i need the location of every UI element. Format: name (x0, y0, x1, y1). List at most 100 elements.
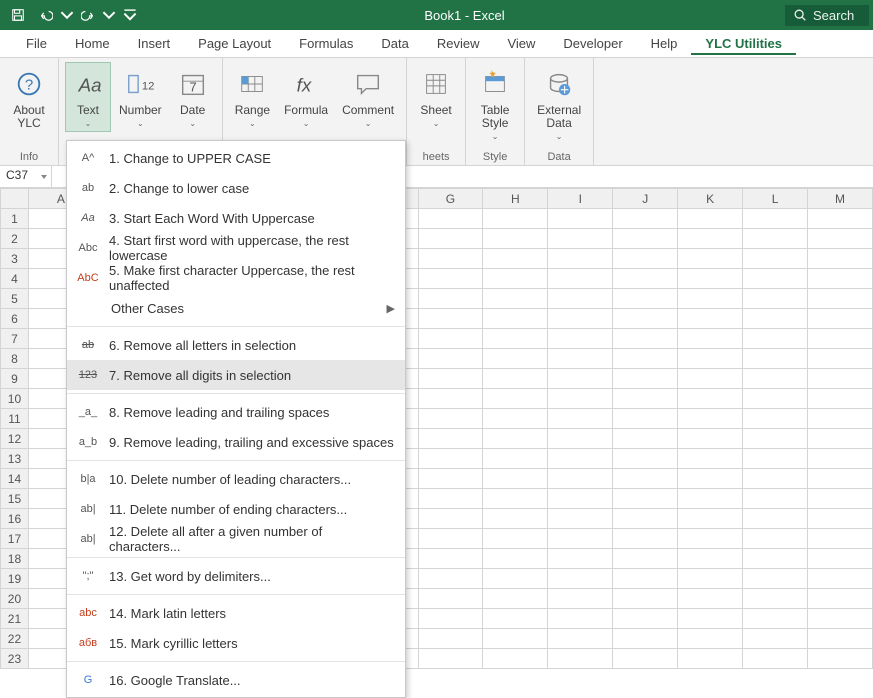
col-header-G[interactable]: G (418, 189, 483, 209)
cell[interactable] (613, 249, 678, 269)
cell[interactable] (678, 309, 743, 329)
cell[interactable] (418, 589, 483, 609)
cell[interactable] (678, 549, 743, 569)
menu-item-5[interactable]: Other Cases▶ (67, 293, 405, 323)
cell[interactable] (483, 589, 548, 609)
cell[interactable] (613, 609, 678, 629)
cell[interactable] (613, 529, 678, 549)
cell[interactable] (808, 449, 873, 469)
ribbon-table-style-button[interactable]: Table Style⌄ (472, 62, 518, 145)
cell[interactable] (483, 649, 548, 669)
cell[interactable] (808, 329, 873, 349)
cell[interactable] (418, 309, 483, 329)
menu-item-11[interactable]: a_b9. Remove leading, trailing and exces… (67, 427, 405, 457)
cell[interactable] (483, 269, 548, 289)
col-header-H[interactable]: H (483, 189, 548, 209)
ribbon-date-button[interactable]: 7Date⌄ (170, 62, 216, 132)
cell[interactable] (808, 429, 873, 449)
cell[interactable] (613, 509, 678, 529)
cell[interactable] (743, 589, 808, 609)
menu-item-2[interactable]: Aa3. Start Each Word With Uppercase (67, 203, 405, 233)
cell[interactable] (743, 309, 808, 329)
cell[interactable] (613, 469, 678, 489)
cell[interactable] (418, 489, 483, 509)
cell[interactable] (613, 229, 678, 249)
cell[interactable] (483, 389, 548, 409)
cell[interactable] (418, 609, 483, 629)
cell[interactable] (548, 389, 613, 409)
cell[interactable] (678, 329, 743, 349)
row-header-2[interactable]: 2 (1, 229, 29, 249)
menu-item-8[interactable]: 1237. Remove all digits in selection (67, 360, 405, 390)
cell[interactable] (678, 349, 743, 369)
cell[interactable] (613, 329, 678, 349)
cell[interactable] (483, 609, 548, 629)
cell[interactable] (483, 489, 548, 509)
menu-item-20[interactable]: абв15. Mark cyrillic letters (67, 628, 405, 658)
cell[interactable] (548, 229, 613, 249)
row-header-10[interactable]: 10 (1, 389, 29, 409)
cell[interactable] (548, 209, 613, 229)
tab-ylc-utilities[interactable]: YLC Utilities (691, 32, 796, 55)
tab-review[interactable]: Review (423, 32, 494, 55)
cell[interactable] (483, 529, 548, 549)
cell[interactable] (678, 229, 743, 249)
cell[interactable] (613, 569, 678, 589)
cell[interactable] (418, 469, 483, 489)
cell[interactable] (418, 409, 483, 429)
cell[interactable] (418, 429, 483, 449)
cell[interactable] (678, 369, 743, 389)
ribbon-formula-button[interactable]: fxFormula⌄ (278, 62, 334, 132)
cell[interactable] (483, 469, 548, 489)
cell[interactable] (548, 609, 613, 629)
tab-view[interactable]: View (493, 32, 549, 55)
cell[interactable] (678, 429, 743, 449)
cell[interactable] (613, 589, 678, 609)
row-header-8[interactable]: 8 (1, 349, 29, 369)
cell[interactable] (548, 249, 613, 269)
cell[interactable] (548, 289, 613, 309)
ribbon-about-ylc-button[interactable]: ?About YLC (6, 62, 52, 134)
menu-item-15[interactable]: ab|12. Delete all after a given number o… (67, 524, 405, 554)
cell[interactable] (418, 389, 483, 409)
cell[interactable] (808, 589, 873, 609)
cell[interactable] (678, 269, 743, 289)
cell[interactable] (418, 509, 483, 529)
cell[interactable] (808, 629, 873, 649)
cell[interactable] (613, 309, 678, 329)
tab-page-layout[interactable]: Page Layout (184, 32, 285, 55)
col-header-M[interactable]: M (808, 189, 873, 209)
col-header-L[interactable]: L (743, 189, 808, 209)
cell[interactable] (548, 569, 613, 589)
menu-item-3[interactable]: Abc4. Start first word with uppercase, t… (67, 233, 405, 263)
cell[interactable] (613, 489, 678, 509)
ribbon-sheet-button[interactable]: Sheet⌄ (413, 62, 459, 132)
cell[interactable] (483, 549, 548, 569)
cell[interactable] (743, 229, 808, 249)
cell[interactable] (548, 369, 613, 389)
cell[interactable] (743, 429, 808, 449)
row-header-17[interactable]: 17 (1, 529, 29, 549)
tab-help[interactable]: Help (637, 32, 692, 55)
select-all-corner[interactable] (1, 189, 29, 209)
cell[interactable] (743, 629, 808, 649)
tab-insert[interactable]: Insert (124, 32, 185, 55)
cell[interactable] (418, 629, 483, 649)
cell[interactable] (418, 289, 483, 309)
cell[interactable] (743, 469, 808, 489)
cell[interactable] (743, 569, 808, 589)
cell[interactable] (548, 429, 613, 449)
cell[interactable] (678, 569, 743, 589)
menu-item-14[interactable]: ab|11. Delete number of ending character… (67, 494, 405, 524)
cell[interactable] (613, 369, 678, 389)
menu-item-10[interactable]: _a_8. Remove leading and trailing spaces (67, 397, 405, 427)
cell[interactable] (678, 589, 743, 609)
row-header-19[interactable]: 19 (1, 569, 29, 589)
menu-item-0[interactable]: A^1. Change to UPPER CASE (67, 143, 405, 173)
row-header-15[interactable]: 15 (1, 489, 29, 509)
menu-item-1[interactable]: ab2. Change to lower case (67, 173, 405, 203)
cell[interactable] (743, 389, 808, 409)
cell[interactable] (613, 389, 678, 409)
search-box[interactable]: Search (785, 5, 869, 26)
ribbon-range-button[interactable]: Range⌄ (229, 62, 276, 132)
